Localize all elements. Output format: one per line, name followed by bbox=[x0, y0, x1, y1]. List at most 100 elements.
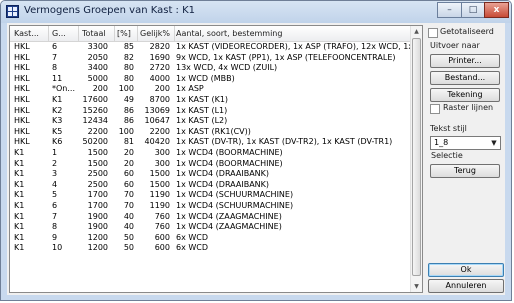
cell-percent: 50 bbox=[123, 243, 134, 253]
cell-gelijk: 40420 bbox=[144, 137, 170, 147]
cell-totaal: 50200 bbox=[82, 137, 108, 147]
column-header-gelijk[interactable]: Gelijk% bbox=[140, 26, 172, 41]
table-row[interactable]: K1 6 1700 70 1190 1x WCD4 (SCHUURMACHINE) bbox=[10, 201, 413, 212]
scroll-down-icon[interactable]: ▼ bbox=[411, 281, 422, 292]
scrollbar-thumb[interactable] bbox=[412, 38, 421, 276]
cell-groep: 7 bbox=[52, 52, 58, 62]
cell-totaal: 15260 bbox=[82, 105, 108, 115]
groups-list[interactable]: Kast... G... Totaal [%] Gelijk% Aantal, … bbox=[9, 25, 423, 293]
table-row[interactable]: K1 8 1900 40 760 1x WCD4 (ZAAGMACHINE) bbox=[10, 222, 413, 233]
table-row[interactable]: K1 1 1500 20 300 1x WCD4 (BOORMACHINE) bbox=[10, 148, 413, 159]
cell-groep: 5 bbox=[52, 190, 58, 200]
table-row[interactable]: HKL 7 2050 82 1690 9x WCD, 1x KAST (PP1), 1x … bbox=[10, 53, 413, 64]
vertical-scrollbar[interactable]: ▲ ▼ bbox=[410, 26, 422, 292]
cell-totaal: 2200 bbox=[87, 126, 108, 136]
getotaliseerd-checkbox[interactable] bbox=[428, 28, 438, 38]
cell-kast: HKL bbox=[14, 52, 30, 62]
chevron-down-icon[interactable]: ▼ bbox=[488, 137, 500, 149]
cell-kast: HKL bbox=[14, 94, 30, 104]
cell-percent: 50 bbox=[123, 232, 134, 242]
table-row[interactable]: K1 9 1200 50 600 6x WCD bbox=[10, 233, 413, 244]
cell-gelijk: 2200 bbox=[149, 126, 170, 136]
tekststijl-select[interactable]: 1_8 ▼ bbox=[430, 136, 501, 150]
tekening-button[interactable]: Tekening bbox=[430, 88, 500, 102]
cell-aantal: 1x KAST (L1) bbox=[176, 105, 228, 115]
cell-aantal: 6x WCD bbox=[176, 243, 209, 253]
cell-gelijk: 760 bbox=[154, 211, 170, 221]
cell-aantal: 6x WCD bbox=[176, 232, 209, 242]
bestand-button[interactable]: Bestand... bbox=[430, 71, 500, 85]
cell-gelijk: 8700 bbox=[149, 94, 170, 104]
cell-percent: 49 bbox=[123, 94, 134, 104]
ok-button[interactable]: Ok bbox=[428, 263, 504, 277]
table-row[interactable]: HKL K5 2200 100 2200 1x KAST (RK1(CV)) bbox=[10, 127, 413, 138]
cell-percent: 70 bbox=[123, 190, 134, 200]
minimize-button[interactable]: – bbox=[437, 2, 462, 18]
cell-kast: K1 bbox=[14, 211, 25, 221]
list-header: Kast... G... Totaal [%] Gelijk% Aantal, … bbox=[10, 26, 413, 42]
cell-percent: 70 bbox=[123, 200, 134, 210]
table-row[interactable]: K1 5 1700 70 1190 1x WCD4 (SCHUURMACHINE) bbox=[10, 190, 413, 201]
table-row[interactable]: K1 3 2500 60 1500 1x WCD4 (DRAAIBANK) bbox=[10, 169, 413, 180]
raster-lijnen-checkbox[interactable] bbox=[430, 104, 440, 114]
cell-gelijk: 1500 bbox=[149, 179, 170, 189]
cell-kast: HKL bbox=[14, 42, 30, 51]
cell-gelijk: 600 bbox=[154, 232, 170, 242]
table-row[interactable]: HKL 11 5000 80 4000 1x WCD (MBB) bbox=[10, 74, 413, 85]
table-row[interactable]: HKL 8 3400 80 2720 13x WCD, 4x WCD (ZUIL) bbox=[10, 63, 413, 74]
table-row[interactable]: HKL K3 12434 86 10647 1x KAST (L2) bbox=[10, 116, 413, 127]
column-header-aantal[interactable]: Aantal, soort, bestemming bbox=[176, 26, 411, 41]
table-row[interactable]: HKL K1 17600 49 8700 1x KAST (K1) bbox=[10, 95, 413, 106]
annuleren-button[interactable]: Annuleren bbox=[428, 279, 504, 293]
column-header-percent[interactable]: [%] bbox=[117, 26, 135, 41]
table-row[interactable]: HKL *On... 200 100 200 1x ASP bbox=[10, 84, 413, 95]
cell-kast: K1 bbox=[14, 190, 25, 200]
cell-gelijk: 1190 bbox=[149, 190, 170, 200]
maximize-button[interactable]: □ bbox=[461, 2, 485, 18]
cell-kast: HKL bbox=[14, 84, 30, 94]
cell-gelijk: 1690 bbox=[149, 52, 170, 62]
cell-kast: K1 bbox=[14, 158, 25, 168]
cell-totaal: 2050 bbox=[87, 52, 108, 62]
cell-aantal: 1x WCD4 (BOORMACHINE) bbox=[176, 147, 283, 157]
cell-totaal: 1500 bbox=[87, 158, 108, 168]
cell-aantal: 1x WCD4 (ZAAGMACHINE) bbox=[176, 222, 282, 232]
cell-groep: 8 bbox=[52, 222, 58, 232]
cell-percent: 80 bbox=[123, 73, 134, 83]
cell-totaal: 1900 bbox=[87, 211, 108, 221]
table-row[interactable]: K1 7 1900 40 760 1x WCD4 (ZAAGMACHINE) bbox=[10, 212, 413, 223]
cell-gelijk: 10647 bbox=[144, 116, 170, 126]
dialog-window: Vermogens Groepen van Kast : K1 – □ x Ka… bbox=[0, 0, 512, 301]
grid-icon bbox=[6, 5, 19, 18]
table-row[interactable]: K1 2 1500 20 300 1x WCD4 (BOORMACHINE) bbox=[10, 159, 413, 170]
list-rows: HKL 6 3300 85 2820 1x KAST (VIDEORECORDER), 1… bbox=[10, 42, 413, 254]
terug-button[interactable]: Terug bbox=[430, 164, 500, 178]
cell-groep: 1 bbox=[52, 147, 58, 157]
cell-groep: 2 bbox=[52, 158, 58, 168]
cell-groep: K2 bbox=[52, 105, 63, 115]
cell-kast: K1 bbox=[14, 243, 25, 253]
table-row[interactable]: K1 10 1200 50 600 6x WCD bbox=[10, 243, 413, 254]
cell-groep: 3 bbox=[52, 169, 58, 179]
cell-percent: 86 bbox=[123, 116, 134, 126]
table-row[interactable]: K1 4 2500 60 1500 1x WCD4 (DRAAIBANK) bbox=[10, 180, 413, 191]
raster-lijnen-label: Raster lijnen bbox=[443, 103, 494, 112]
scroll-up-icon[interactable]: ▲ bbox=[411, 26, 422, 37]
column-header-totaal[interactable]: Totaal bbox=[82, 26, 112, 41]
tekststijl-value: 1_8 bbox=[434, 138, 449, 147]
cell-aantal: 9x WCD, 1x KAST (PP1), 1x ASP (TELEFOONC… bbox=[176, 52, 396, 62]
column-header-groep[interactable]: G... bbox=[52, 26, 76, 41]
cell-gelijk: 2820 bbox=[149, 42, 170, 51]
cell-percent: 60 bbox=[123, 179, 134, 189]
window-title: Vermogens Groepen van Kast : K1 bbox=[24, 5, 196, 16]
cell-totaal: 12434 bbox=[82, 116, 108, 126]
table-row[interactable]: HKL K2 15260 86 13069 1x KAST (L1) bbox=[10, 106, 413, 117]
cell-gelijk: 1190 bbox=[149, 200, 170, 210]
table-row[interactable]: HKL 6 3300 85 2820 1x KAST (VIDEORECORDER), 1… bbox=[10, 42, 413, 53]
cell-groep: 6 bbox=[52, 200, 58, 210]
title-bar[interactable]: Vermogens Groepen van Kast : K1 – □ x bbox=[1, 1, 511, 23]
column-header-kast[interactable]: Kast... bbox=[14, 26, 46, 41]
table-row[interactable]: HKL K6 50200 81 40420 1x KAST (DV-TR), 1x KAS… bbox=[10, 137, 413, 148]
printer-button[interactable]: Printer... bbox=[430, 54, 500, 68]
close-button[interactable]: x bbox=[484, 2, 509, 18]
